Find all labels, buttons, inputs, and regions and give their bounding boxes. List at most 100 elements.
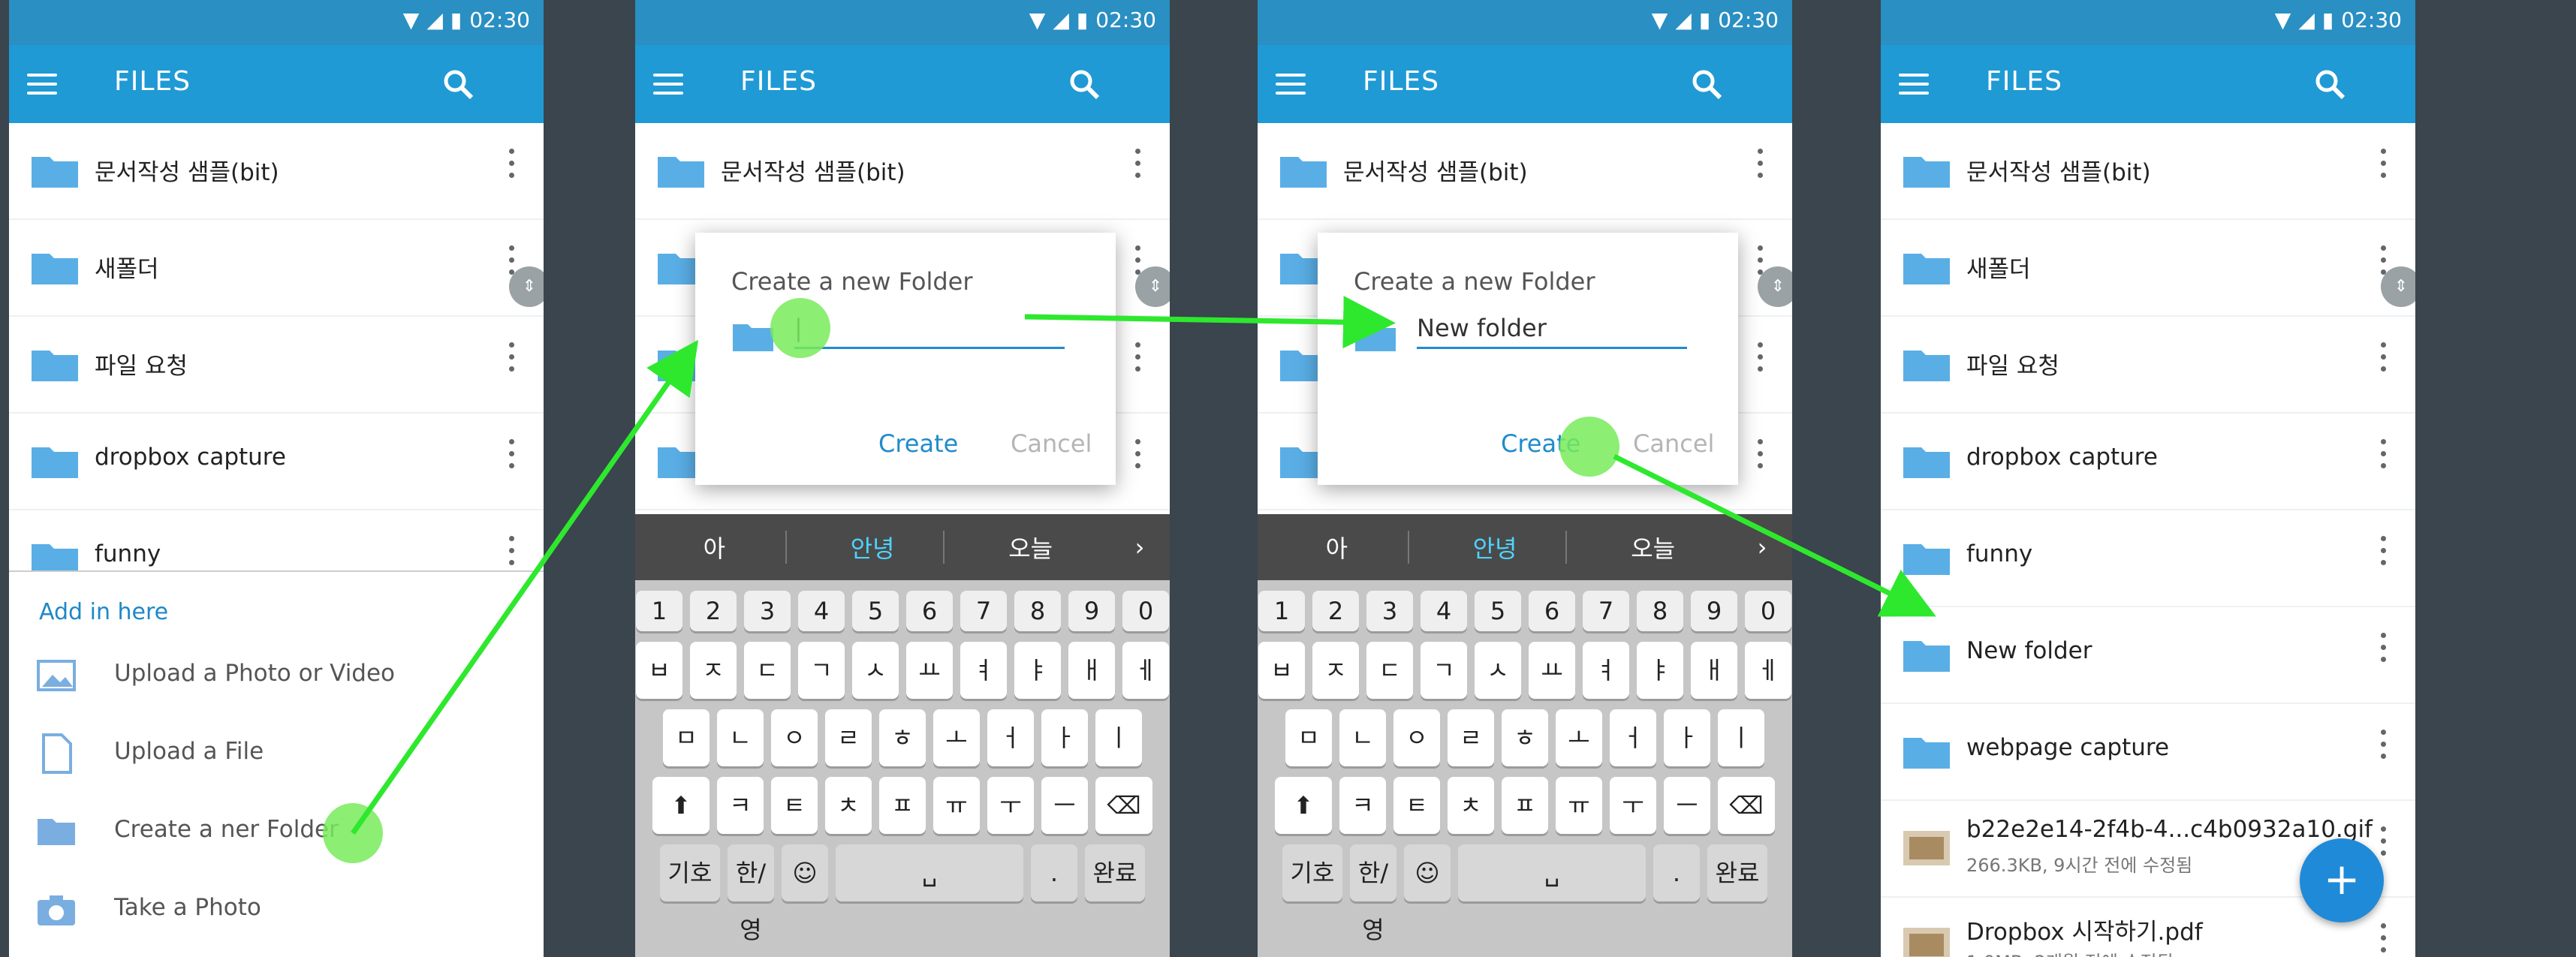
folder-row[interactable]: 문서작성 샘플(bit) (9, 123, 544, 220)
key[interactable]: ㅡ (1041, 777, 1088, 834)
key[interactable]: 7 (960, 591, 1007, 631)
more-options-icon[interactable] (2379, 730, 2387, 769)
key[interactable]: ㅎ (1502, 709, 1548, 766)
folder-row[interactable]: 새폴더 (9, 220, 544, 317)
key[interactable]: 4 (798, 591, 845, 631)
key[interactable]: ㅏ (1041, 709, 1088, 766)
key[interactable]: ㅊ (1448, 777, 1494, 834)
more-options-icon[interactable] (508, 149, 515, 188)
key[interactable]: ⌫ (1095, 777, 1152, 834)
chevron-right-icon[interactable]: › (1110, 533, 1170, 561)
key[interactable]: ㅇ (771, 709, 818, 766)
menu-icon[interactable] (1276, 74, 1306, 95)
key[interactable]: ㅕ (960, 642, 1007, 699)
key[interactable]: ㅅ (852, 642, 899, 699)
key[interactable]: 3 (1366, 591, 1413, 631)
key[interactable]: 완료 (1085, 844, 1145, 901)
suggestion-item[interactable]: 아 (635, 530, 794, 564)
menu-icon[interactable] (27, 74, 57, 95)
suggestion-item[interactable]: 오늘 (951, 530, 1110, 564)
key[interactable]: ㅅ (1475, 642, 1521, 699)
key[interactable]: 2 (1312, 591, 1359, 631)
key[interactable]: ⬆ (652, 777, 710, 834)
suggestion-item[interactable]: 안녕 (794, 530, 952, 564)
fast-scroll-handle[interactable]: ⇕ (1135, 266, 1170, 307)
more-options-icon[interactable] (508, 342, 515, 381)
key[interactable]: ㅣ (1718, 709, 1764, 766)
key[interactable]: 1 (636, 591, 682, 631)
key[interactable]: ㅋ (1339, 777, 1386, 834)
folder-name-input[interactable]: | (794, 314, 1065, 349)
key[interactable]: 5 (852, 591, 899, 631)
key[interactable]: ☺ (782, 844, 828, 901)
key[interactable]: 4 (1421, 591, 1467, 631)
key[interactable]: ⬆ (1275, 777, 1332, 834)
search-icon[interactable] (2313, 68, 2346, 101)
fast-scroll-handle[interactable]: ⇕ (509, 266, 544, 307)
suggestion-item[interactable]: 오늘 (1574, 530, 1732, 564)
folder-row[interactable]: 파일 요청 (9, 317, 544, 414)
cancel-button[interactable]: Cancel (1633, 429, 1714, 458)
more-options-icon[interactable] (508, 439, 515, 478)
key[interactable]: ㅔ (1122, 642, 1169, 699)
more-options-icon[interactable] (2379, 536, 2387, 575)
more-options-icon[interactable] (1134, 439, 1141, 478)
add-sheet-item[interactable]: Upload a Photo or Video (9, 636, 544, 714)
key[interactable]: 한/영 (1350, 844, 1396, 944)
menu-icon[interactable] (1899, 74, 1929, 95)
search-icon[interactable] (441, 68, 475, 101)
more-options-icon[interactable] (2379, 149, 2387, 188)
more-options-icon[interactable] (1134, 149, 1141, 188)
more-options-icon[interactable] (1756, 439, 1764, 478)
fast-scroll-handle[interactable]: ⇕ (1758, 266, 1792, 307)
search-icon[interactable] (1690, 68, 1723, 101)
key[interactable]: ㅗ (1556, 709, 1602, 766)
more-options-icon[interactable] (2379, 439, 2387, 478)
key[interactable]: ㅈ (690, 642, 737, 699)
key[interactable]: ㅍ (879, 777, 926, 834)
key[interactable]: 0 (1745, 591, 1791, 631)
key[interactable]: ㅛ (906, 642, 953, 699)
key[interactable]: ㅗ (933, 709, 980, 766)
key[interactable]: ㅂ (1258, 642, 1305, 699)
add-sheet-item[interactable]: Take a Photo (9, 870, 544, 948)
key[interactable]: 완료 (1707, 844, 1767, 901)
key[interactable]: ␣ (1458, 844, 1646, 901)
key[interactable]: ㅇ (1393, 709, 1440, 766)
folder-row[interactable]: 문서작성 샘플(bit) (635, 123, 1170, 220)
key[interactable]: ㅊ (825, 777, 872, 834)
key[interactable]: 기호 (1282, 844, 1342, 901)
suggestion-item[interactable]: 안녕 (1416, 530, 1574, 564)
key[interactable]: . (1653, 844, 1700, 901)
add-fab-button[interactable]: + (2300, 838, 2384, 922)
key[interactable]: ㄹ (1448, 709, 1494, 766)
more-options-icon[interactable] (2379, 342, 2387, 381)
key[interactable]: ㄱ (798, 642, 845, 699)
more-options-icon[interactable] (2379, 633, 2387, 672)
key[interactable]: ㅡ (1664, 777, 1710, 834)
key[interactable]: ㅁ (1285, 709, 1332, 766)
more-options-icon[interactable] (508, 536, 515, 575)
more-options-icon[interactable] (1134, 342, 1141, 381)
key[interactable]: ㅜ (1610, 777, 1656, 834)
key[interactable]: 2 (690, 591, 737, 631)
folder-row[interactable]: 파일 요청 (1881, 317, 2415, 414)
folder-row[interactable]: 문서작성 샘플(bit) (1881, 123, 2415, 220)
key[interactable]: ㅠ (1556, 777, 1602, 834)
key[interactable]: ㅁ (663, 709, 710, 766)
key[interactable]: 0 (1122, 591, 1169, 631)
key[interactable]: ㅍ (1502, 777, 1548, 834)
more-options-icon[interactable] (2379, 923, 2387, 957)
more-options-icon[interactable] (1756, 149, 1764, 188)
key[interactable]: ㅑ (1637, 642, 1683, 699)
folder-row[interactable]: New folder (1881, 607, 2415, 704)
folder-name-input[interactable]: New folder (1417, 314, 1687, 349)
search-icon[interactable] (1068, 68, 1101, 101)
key[interactable]: ㅓ (987, 709, 1034, 766)
key[interactable]: ㄴ (717, 709, 764, 766)
key[interactable]: ␣ (836, 844, 1023, 901)
key[interactable]: ㅂ (636, 642, 682, 699)
key[interactable]: ㅣ (1095, 709, 1142, 766)
key[interactable]: 6 (1529, 591, 1575, 631)
key[interactable]: ㅓ (1610, 709, 1656, 766)
